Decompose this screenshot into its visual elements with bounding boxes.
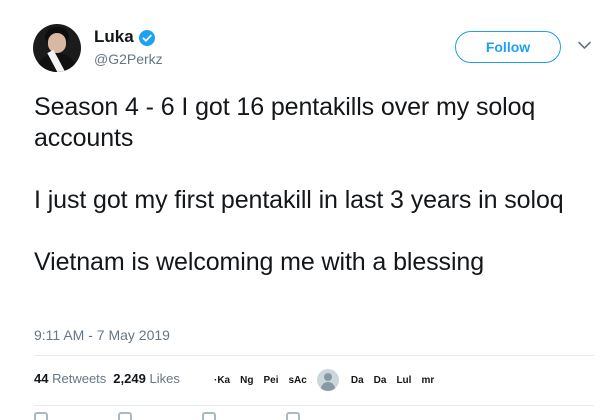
reply-icon[interactable] bbox=[34, 412, 48, 420]
liker-avatar-label[interactable]: mr bbox=[421, 375, 434, 386]
liker-avatar-label[interactable]: Da bbox=[351, 375, 364, 386]
author-avatar[interactable] bbox=[33, 24, 81, 72]
follow-button[interactable]: Follow bbox=[455, 31, 561, 63]
retweets-stat[interactable]: 44 Retweets bbox=[34, 371, 106, 386]
author-handle[interactable]: @G2Perkz bbox=[94, 51, 163, 67]
verified-badge-icon bbox=[139, 30, 155, 46]
liker-avatar-label[interactable]: Ng bbox=[240, 375, 253, 386]
author-name[interactable]: Luka bbox=[94, 27, 134, 47]
liker-avatar-label[interactable]: Pei bbox=[263, 375, 278, 386]
tweet-paragraph: I just got my first pentakill in last 3 … bbox=[34, 186, 564, 214]
liker-avatar-label[interactable]: ·Ka bbox=[214, 375, 230, 386]
default-avatar-icon[interactable] bbox=[316, 369, 339, 391]
tweet-stats: 44 Retweets 2,249 Likes bbox=[34, 371, 180, 386]
tweet-text: Season 4 - 6 I got 16 pentakills over my… bbox=[34, 92, 594, 278]
retweets-label: Retweets bbox=[52, 371, 107, 386]
likes-label: Likes bbox=[149, 371, 180, 386]
divider bbox=[34, 355, 594, 356]
liker-avatar-label[interactable]: Lul bbox=[396, 375, 411, 386]
like-icon[interactable] bbox=[202, 412, 216, 420]
tweet-paragraph: Season 4 - 6 I got 16 pentakills over my… bbox=[34, 93, 536, 152]
likes-count: 2,249 bbox=[113, 371, 146, 386]
divider bbox=[34, 405, 594, 406]
tweet-actions bbox=[34, 412, 370, 420]
tweet-timestamp[interactable]: 9:11 AM - 7 May 2019 bbox=[34, 327, 170, 343]
liker-avatar-label[interactable]: sAc bbox=[288, 375, 306, 386]
chevron-down-icon[interactable] bbox=[578, 41, 591, 50]
likers-row: ·Ka Ng Pei sAc Da Da Lul mr bbox=[214, 369, 444, 391]
tweet-card: Luka @G2Perkz Follow Season 4 - 6 I got … bbox=[0, 0, 615, 420]
retweet-icon[interactable] bbox=[118, 412, 132, 420]
likes-stat[interactable]: 2,249 Likes bbox=[113, 371, 180, 386]
liker-avatar-label[interactable]: Da bbox=[374, 375, 387, 386]
retweets-count: 44 bbox=[34, 371, 49, 386]
tweet-paragraph: Vietnam is welcoming me with a blessing bbox=[34, 248, 485, 276]
message-icon[interactable] bbox=[286, 412, 300, 420]
